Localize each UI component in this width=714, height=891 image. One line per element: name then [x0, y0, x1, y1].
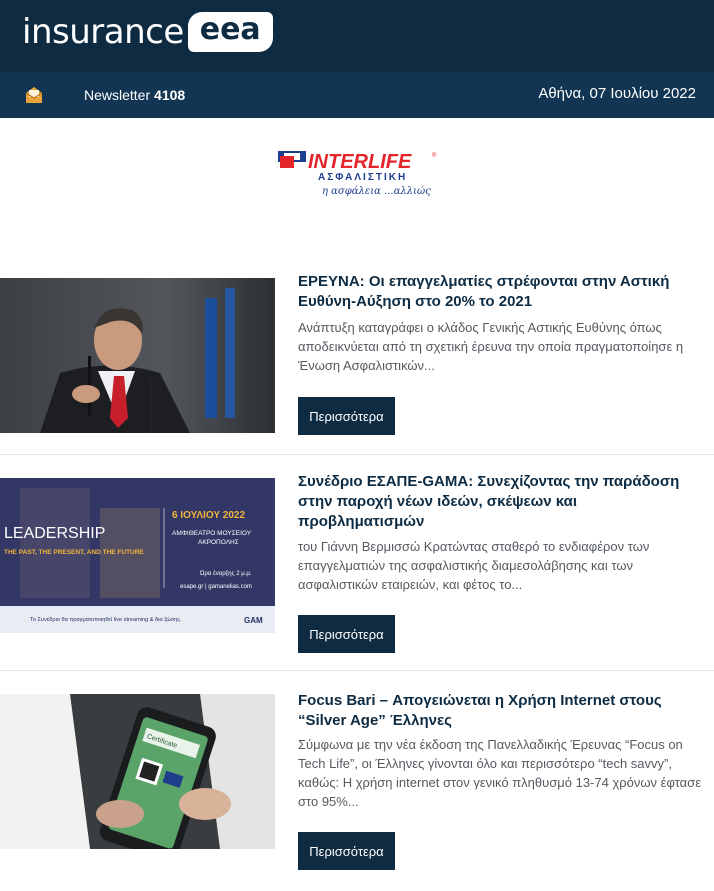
article-title[interactable]: ΕΡΕΥΝΑ: Οι επαγγελματίες στρέφονται στην…	[298, 272, 702, 312]
issue-date: Αθήνα, 07 Ιουλίου 2022	[538, 85, 696, 102]
article-image-phone[interactable]: Certificate	[0, 694, 275, 849]
conf-time: Ώρα έναρξης 2 μ.μ.	[199, 570, 252, 577]
site-header: insurance eea	[0, 0, 714, 72]
article-image-conference[interactable]: LEADERSHIP THE PAST, THE PRESENT, AND TH…	[0, 478, 275, 633]
read-more-button[interactable]: Περισσότερα	[298, 397, 395, 435]
article-image-speaker[interactable]	[0, 278, 275, 433]
svg-text:®: ®	[432, 152, 437, 159]
insurance-eea-logo[interactable]: insurance eea	[22, 12, 273, 52]
article-excerpt: Ανάπτυξη καταγράφει ο κλάδος Γενικής Αστ…	[298, 320, 684, 373]
article-item: ΕΡΕΥΝΑ: Οι επαγγελματίες στρέφονται στην…	[0, 273, 714, 455]
conf-date: 6 ΙΟΥΛΙΟΥ 2022	[172, 510, 245, 521]
read-more-button[interactable]: Περισσότερα	[298, 832, 395, 870]
conf-headline: LEADERSHIP	[4, 525, 105, 542]
article-excerpt: του Γιάννη Βερμισσώ Κρατώντας σταθερό το…	[298, 539, 650, 592]
read-more-button[interactable]: Περισσότερα	[298, 615, 395, 653]
conf-brand: GAM	[244, 616, 263, 625]
sponsor-brand: INTERLIFE	[308, 151, 412, 173]
sponsor-banner[interactable]: INTERLIFE ® ΑΣΦΑΛΙΣΤΙΚΗ η ασφάλεια ...αλ…	[0, 118, 714, 278]
conf-sites: esape.gr | gamanelias.com	[180, 584, 252, 590]
logo-badge: eea	[187, 12, 273, 52]
envelope-icon	[25, 87, 43, 103]
newsletter-bar: Newsletter 4108 Αθήνα, 07 Ιουλίου 2022	[0, 72, 714, 118]
conf-subline: THE PAST, THE PRESENT, AND THE FUTURE	[4, 549, 144, 556]
article-excerpt: Σύμφωνα με την νέα έκδοση της Πανελλαδικ…	[298, 737, 701, 809]
article-title[interactable]: Focus Bari – Απογειώνεται η Χρήση Intern…	[298, 691, 702, 731]
conf-venue-1: ΑΜΦΙΘΕΑΤΡΟ ΜΟΥΣΕΙΟΥ	[172, 530, 252, 537]
newsletter-text: Newsletter	[84, 87, 151, 103]
sponsor-sub: ΑΣΦΑΛΙΣΤΙΚΗ	[318, 172, 407, 183]
article-title[interactable]: Συνέδριο ΕΣΑΠΕ-GAMA: Συνεχίζοντας την πα…	[298, 472, 702, 532]
sponsor-tagline: η ασφάλεια ...αλλιώς	[322, 186, 431, 197]
conf-footer: Το Συνέδριο θα πραγματοποιηθεί live stre…	[30, 616, 182, 623]
logo-wordmark: insurance	[22, 12, 184, 52]
article-item: Certificate Focus Bari – Απογειώνεται η …	[0, 671, 714, 891]
conf-venue-2: ΑΚΡΟΠΟΛΗΣ	[198, 539, 239, 546]
interlife-logo[interactable]: INTERLIFE ® ΑΣΦΑΛΙΣΤΙΚΗ η ασφάλεια ...αλ…	[278, 150, 440, 202]
newsletter-number: 4108	[154, 87, 186, 103]
article-item: LEADERSHIP THE PAST, THE PRESENT, AND TH…	[0, 455, 714, 671]
newsletter-label: Newsletter 4108	[84, 87, 185, 103]
